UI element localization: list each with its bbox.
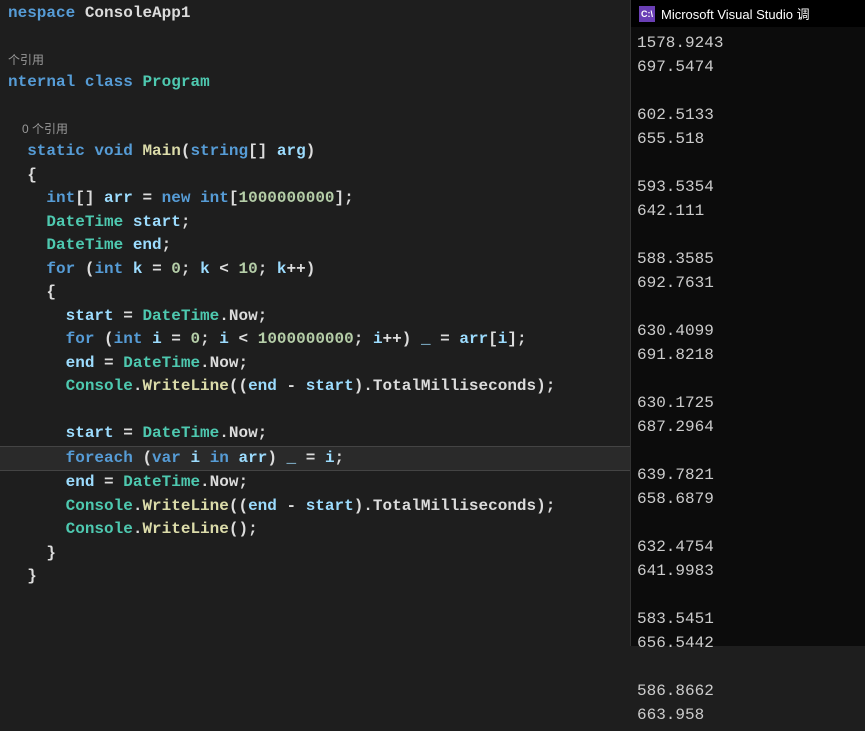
type: int <box>200 189 229 207</box>
output-title: Microsoft Visual Studio 调 <box>661 4 810 23</box>
number: 0 <box>190 330 200 348</box>
class-name: Program <box>142 73 209 91</box>
keyword: var <box>152 449 181 467</box>
type: DateTime <box>46 236 123 254</box>
number: 1000000000 <box>239 189 335 207</box>
keyword: class <box>85 73 133 91</box>
variable: i <box>498 330 508 348</box>
code-line-blank[interactable] <box>0 399 630 423</box>
discard: _ <box>287 449 297 467</box>
code-line[interactable]: start = DateTime.Now; <box>0 305 630 329</box>
number: 10 <box>239 260 258 278</box>
keyword: in <box>210 449 229 467</box>
type: DateTime <box>142 424 219 442</box>
discard: _ <box>421 330 431 348</box>
variable: i <box>190 449 200 467</box>
method: WriteLine <box>142 377 228 395</box>
keyword: nespace <box>8 4 75 22</box>
code-line[interactable]: } <box>0 542 630 566</box>
keyword: for <box>66 330 95 348</box>
property: Now <box>229 307 258 325</box>
method: WriteLine <box>142 497 228 515</box>
variable: start <box>66 307 114 325</box>
code-line[interactable]: } <box>0 565 630 589</box>
code-line[interactable]: DateTime start; <box>0 211 630 235</box>
variable: arr <box>459 330 488 348</box>
variable: k <box>277 260 287 278</box>
variable: arr <box>104 189 133 207</box>
variable: start <box>66 424 114 442</box>
code-line-blank[interactable] <box>0 95 630 119</box>
keyword: void <box>94 142 132 160</box>
code-editor-pane[interactable]: nespace ConsoleApp1 个引用 nternal class Pr… <box>0 0 630 646</box>
type: int <box>94 260 123 278</box>
code-line[interactable]: for (int k = 0; k < 10; k++) <box>0 258 630 282</box>
property: TotalMilliseconds <box>373 377 536 395</box>
property: Now <box>210 473 239 491</box>
code-line[interactable]: Console.WriteLine(); <box>0 518 630 542</box>
keyword: new <box>162 189 191 207</box>
keyword: for <box>46 260 75 278</box>
variable: arr <box>239 449 268 467</box>
keyword: foreach <box>66 449 133 467</box>
code-line[interactable]: nespace ConsoleApp1 <box>0 2 630 26</box>
code-line[interactable]: start = DateTime.Now; <box>0 422 630 446</box>
variable: i <box>325 449 335 467</box>
property: TotalMilliseconds <box>373 497 536 515</box>
variable: i <box>373 330 383 348</box>
variable: end <box>66 473 95 491</box>
variable: k <box>200 260 210 278</box>
code-line[interactable]: DateTime end; <box>0 234 630 258</box>
code-line[interactable]: { <box>0 164 630 188</box>
code-line[interactable]: for (int i = 0; i < 1000000000; i++) _ =… <box>0 328 630 352</box>
parameter: arg <box>277 142 306 160</box>
variable: i <box>219 330 229 348</box>
code-line[interactable]: { <box>0 281 630 305</box>
variable: end <box>248 497 277 515</box>
type: int <box>46 189 75 207</box>
variable: start <box>133 213 181 231</box>
code-line-blank[interactable] <box>0 26 630 50</box>
code-line[interactable]: nternal class Program <box>0 71 630 95</box>
code-line[interactable]: Console.WriteLine((end - start).TotalMil… <box>0 495 630 519</box>
variable: end <box>133 236 162 254</box>
property: Now <box>229 424 258 442</box>
codelens-references[interactable]: 0 个引用 <box>0 118 630 140</box>
debug-output-pane: C:\ Microsoft Visual Studio 调 1578.9243 … <box>630 0 865 646</box>
namespace-name: ConsoleApp1 <box>85 4 191 22</box>
type: DateTime <box>123 473 200 491</box>
vs-icon: C:\ <box>639 6 655 22</box>
method: WriteLine <box>142 520 228 538</box>
class: Console <box>66 497 133 515</box>
keyword: static <box>27 142 85 160</box>
variable: end <box>248 377 277 395</box>
code-line[interactable]: static void Main(string[] arg) <box>0 140 630 164</box>
keyword: nternal <box>8 73 75 91</box>
output-content[interactable]: 1578.9243 697.5474 602.5133 655.518 593.… <box>631 27 865 731</box>
class: Console <box>66 520 133 538</box>
code-line-highlighted[interactable]: foreach (var i in arr) _ = i; <box>0 446 630 472</box>
code-line[interactable]: int[] arr = new int[1000000000]; <box>0 187 630 211</box>
output-title-bar[interactable]: C:\ Microsoft Visual Studio 调 <box>631 0 865 27</box>
type: string <box>190 142 248 160</box>
code-line[interactable]: end = DateTime.Now; <box>0 471 630 495</box>
variable: i <box>152 330 162 348</box>
type: int <box>114 330 143 348</box>
variable: start <box>306 497 354 515</box>
number: 0 <box>171 260 181 278</box>
type: DateTime <box>142 307 219 325</box>
code-line[interactable]: end = DateTime.Now; <box>0 352 630 376</box>
method-name: Main <box>142 142 180 160</box>
code-line[interactable]: Console.WriteLine((end - start).TotalMil… <box>0 375 630 399</box>
property: Now <box>210 354 239 372</box>
variable: start <box>306 377 354 395</box>
class: Console <box>66 377 133 395</box>
variable: end <box>66 354 95 372</box>
codelens-references[interactable]: 个引用 <box>0 49 630 71</box>
type: DateTime <box>46 213 123 231</box>
type: DateTime <box>123 354 200 372</box>
number: 1000000000 <box>258 330 354 348</box>
